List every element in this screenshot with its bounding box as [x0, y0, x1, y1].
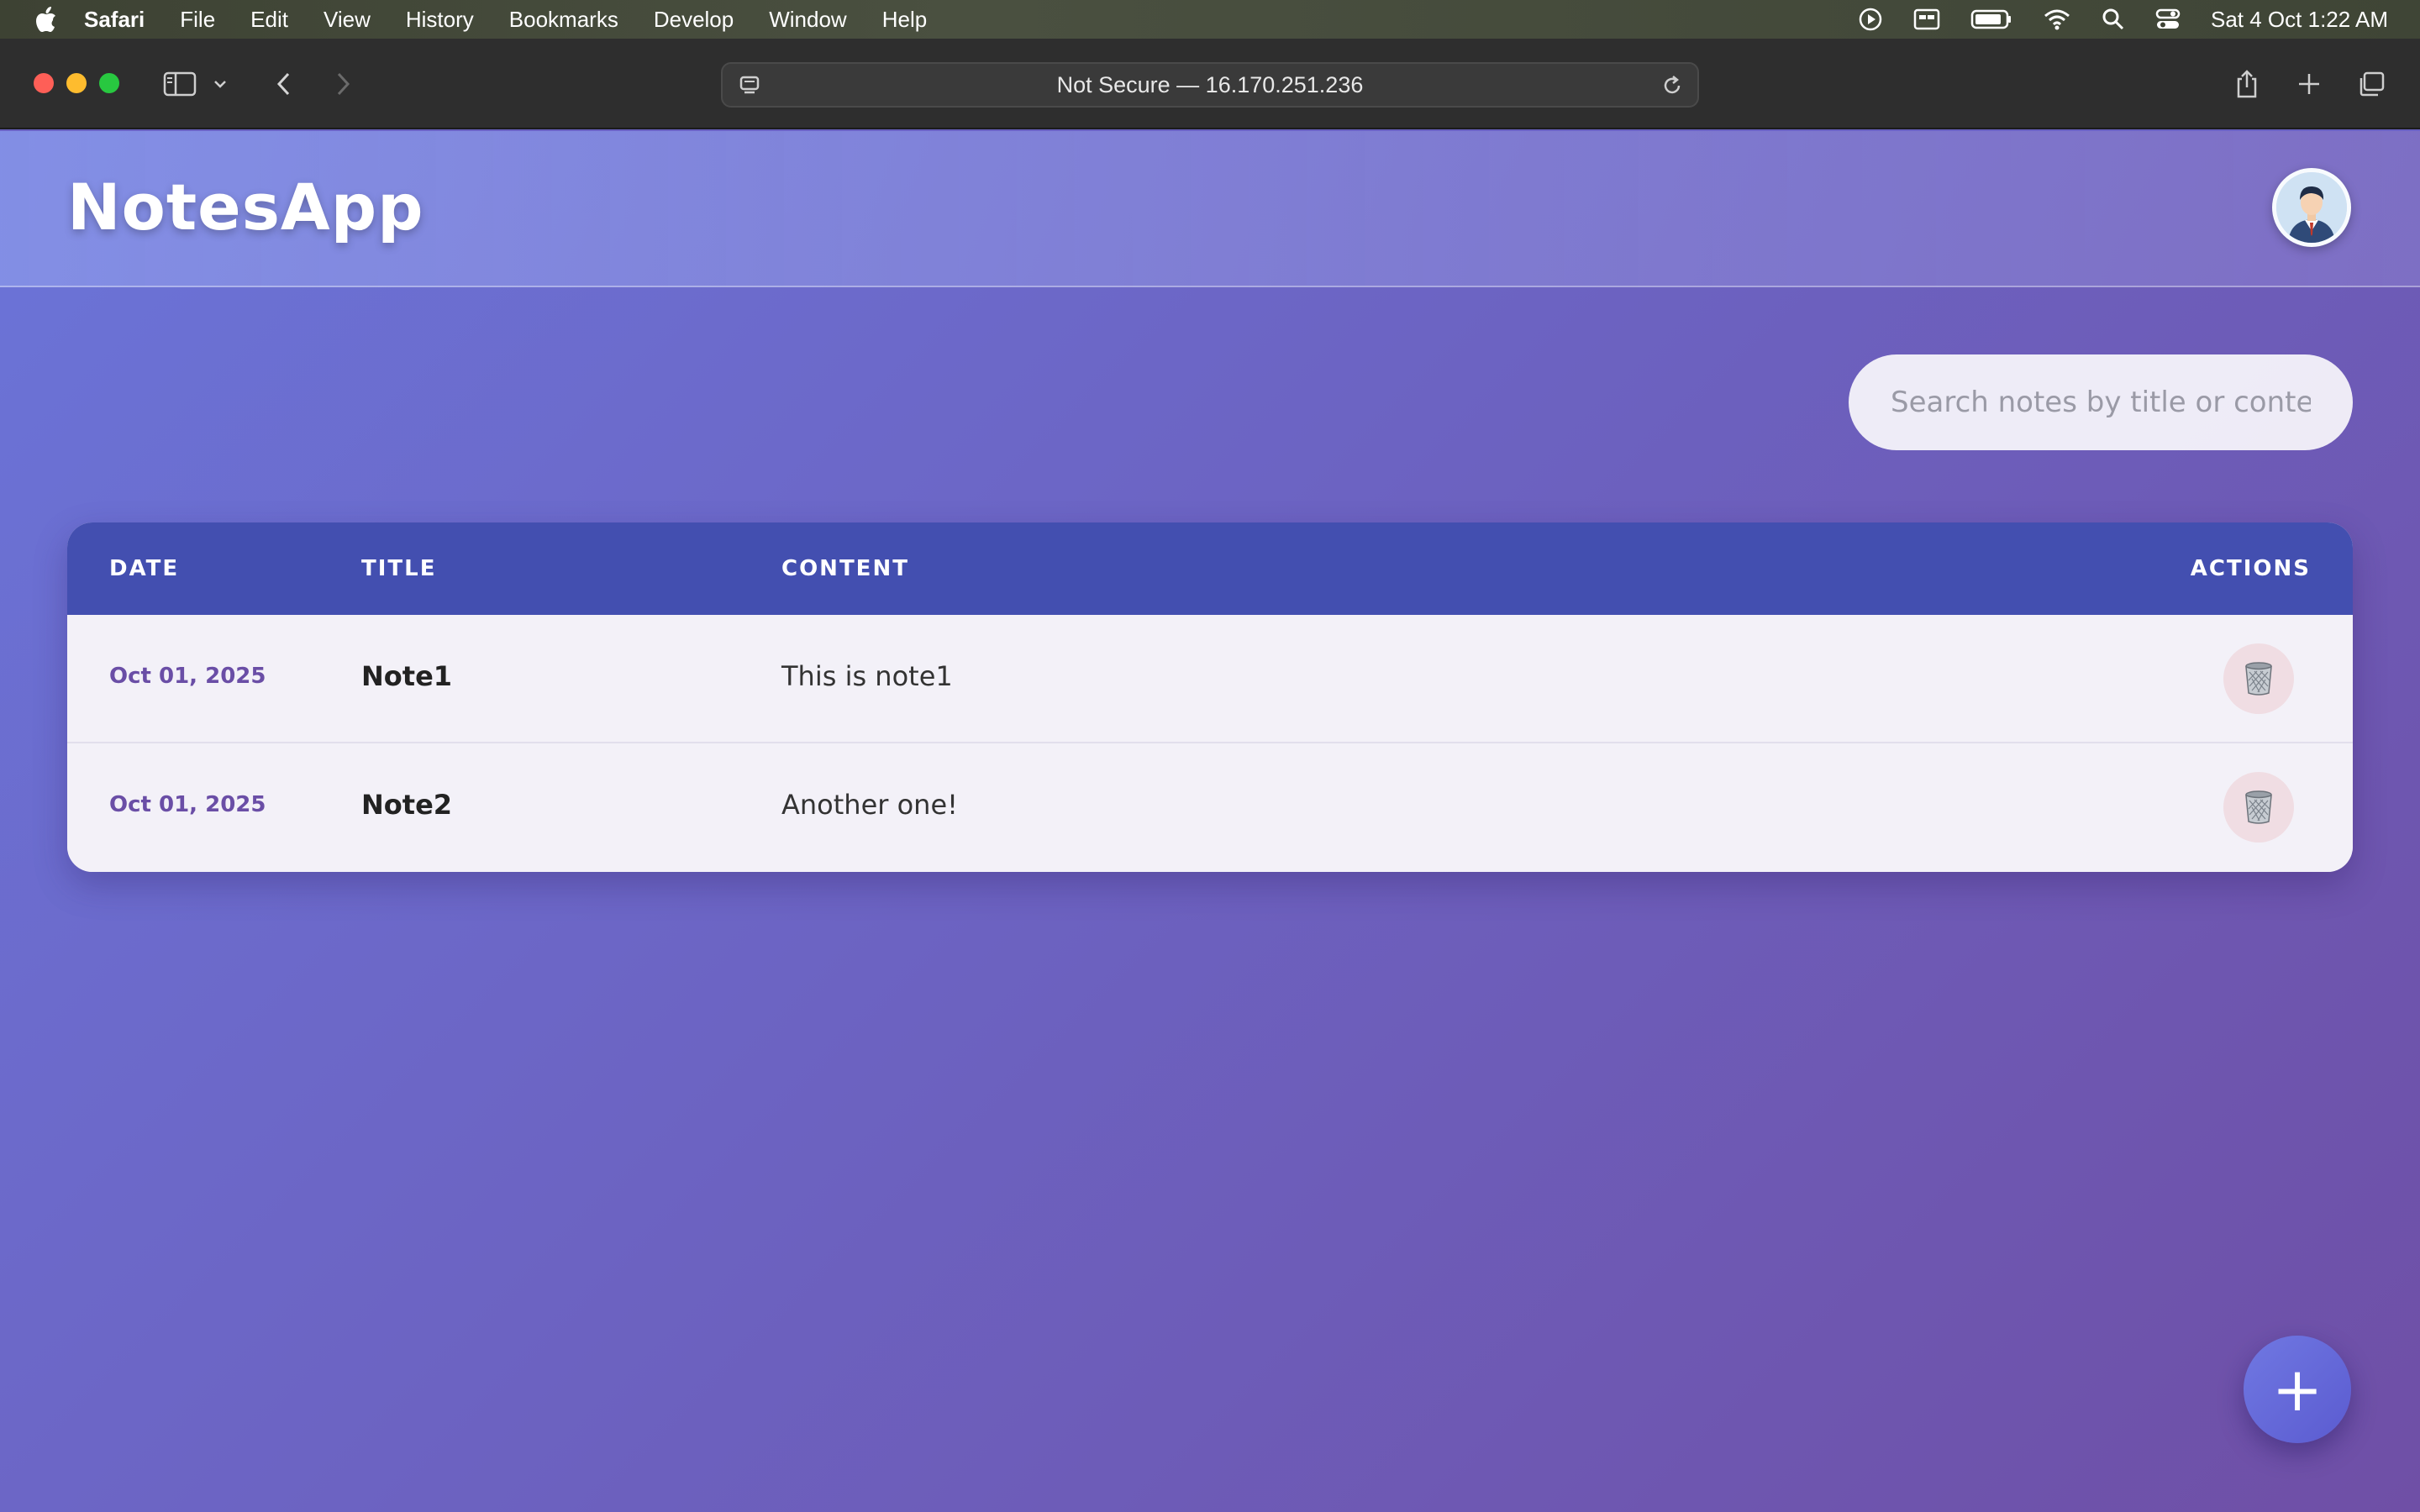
menu-bookmarks[interactable]: Bookmarks — [509, 7, 618, 33]
minimize-window-button[interactable] — [66, 73, 87, 93]
play-icon[interactable] — [1858, 7, 1883, 32]
wifi-icon[interactable] — [2043, 8, 2071, 31]
menu-window[interactable]: Window — [769, 7, 846, 33]
menu-clock[interactable]: Sat 4 Oct 1:22 AM — [2211, 7, 2388, 33]
menu-help[interactable]: Help — [882, 7, 927, 33]
back-icon[interactable] — [267, 67, 301, 101]
menu-history[interactable]: History — [406, 7, 474, 33]
page-menu-icon[interactable] — [738, 74, 761, 103]
menu-edit[interactable]: Edit — [250, 7, 288, 33]
notes-table: DATE TITLE CONTENT ACTIONS Oct 01, 2025 … — [67, 522, 2353, 872]
search-icon[interactable] — [2102, 8, 2125, 31]
menu-app-name[interactable]: Safari — [84, 7, 145, 33]
display-icon[interactable] — [1913, 8, 1940, 31]
web-page: NotesApp DATE TITLE CONTENT ACTIONS Oct … — [0, 131, 2420, 1512]
add-note-button[interactable]: + — [2244, 1336, 2351, 1443]
forward-icon[interactable] — [326, 67, 360, 101]
menu-develop[interactable]: Develop — [654, 7, 734, 33]
note-date: Oct 01, 2025 — [109, 664, 266, 689]
column-header-actions: ACTIONS — [2190, 556, 2311, 581]
menu-bar: Safari File Edit View History Bookmarks … — [0, 0, 2420, 39]
chevron-down-icon[interactable] — [210, 67, 230, 101]
delete-note-button[interactable] — [2223, 643, 2294, 714]
tab-overview-icon[interactable] — [2354, 67, 2388, 101]
delete-note-button[interactable] — [2223, 772, 2294, 843]
menu-file[interactable]: File — [180, 7, 215, 33]
note-content: Another one! — [781, 789, 958, 821]
search-input[interactable] — [1849, 354, 2353, 450]
user-avatar[interactable] — [2272, 168, 2351, 247]
new-tab-icon[interactable] — [2292, 67, 2326, 101]
note-title: Note1 — [361, 660, 453, 692]
table-header: DATE TITLE CONTENT ACTIONS — [67, 522, 2353, 615]
share-icon[interactable] — [2230, 67, 2264, 101]
browser-toolbar: Not Secure — 16.170.251.236 — [0, 39, 2420, 129]
battery-icon[interactable] — [1970, 8, 2012, 30]
close-window-button[interactable] — [34, 73, 54, 93]
app-header: NotesApp — [0, 131, 2420, 287]
zoom-window-button[interactable] — [99, 73, 119, 93]
table-row[interactable]: Oct 01, 2025 Note1 This is note1 — [67, 615, 2353, 743]
note-title: Note2 — [361, 789, 453, 821]
table-row[interactable]: Oct 01, 2025 Note2 Another one! — [67, 743, 2353, 872]
note-date: Oct 01, 2025 — [109, 792, 266, 817]
note-content: This is note1 — [781, 660, 953, 692]
trash-icon — [2245, 662, 2272, 696]
column-header-title[interactable]: TITLE — [361, 556, 436, 581]
sidebar-toggle-icon[interactable] — [163, 67, 197, 101]
avatar-image — [2276, 172, 2347, 243]
address-bar[interactable]: Not Secure — 16.170.251.236 — [721, 62, 1699, 108]
control-center-icon[interactable] — [2155, 8, 2181, 31]
app-logo[interactable]: NotesApp — [67, 170, 424, 244]
address-text: Not Secure — 16.170.251.236 — [1056, 71, 1364, 97]
menu-view[interactable]: View — [324, 7, 371, 33]
column-header-date[interactable]: DATE — [109, 556, 179, 581]
trash-icon — [2245, 790, 2272, 824]
column-header-content[interactable]: CONTENT — [781, 556, 909, 581]
apple-menu-icon[interactable] — [34, 6, 59, 33]
status-area: Sat 4 Oct 1:22 AM — [1858, 0, 2388, 39]
reload-icon[interactable] — [1660, 74, 1684, 103]
